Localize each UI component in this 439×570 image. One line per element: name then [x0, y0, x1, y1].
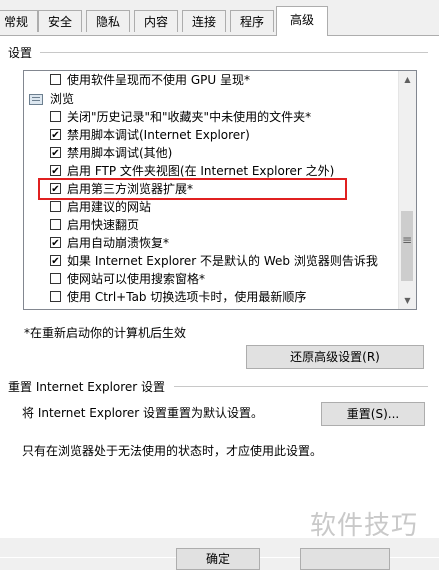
- checkbox[interactable]: [50, 291, 61, 302]
- scroll-thumb[interactable]: [401, 211, 413, 281]
- tab-content[interactable]: 内容: [134, 10, 178, 32]
- checkbox-checked[interactable]: [50, 237, 61, 248]
- cancel-button[interactable]: [300, 548, 390, 570]
- tab-bar: 常规 安全 隐私 内容 连接 程序 高级: [0, 0, 439, 36]
- reset-note: 只有在浏览器处于无法使用的状态时，才应使用此设置。: [22, 444, 323, 458]
- row-label: 启用第三方浏览器扩展*: [67, 182, 194, 196]
- reset-section-title: 重置 Internet Explorer 设置: [8, 380, 166, 394]
- row-label: 启用 FTP 文件夹视图(在 Internet Explorer 之外): [67, 164, 335, 178]
- tab-general[interactable]: 常规: [0, 10, 38, 32]
- row-label: 使用软件呈现而不使用 GPU 呈现*: [67, 73, 250, 87]
- row-label: 启用建议的网站: [67, 200, 152, 214]
- scroll-down-icon[interactable]: ▼: [399, 292, 416, 309]
- checkbox[interactable]: [50, 111, 61, 122]
- tab-programs[interactable]: 程序: [230, 10, 274, 32]
- scroll-up-icon[interactable]: ▲: [399, 71, 416, 88]
- row-label: 禁用脚本调试(其他): [67, 146, 173, 160]
- settings-tree: 使用软件呈现而不使用 GPU 呈现* 浏览 关闭"历史记录"和"收藏夹"中未使用…: [23, 70, 417, 310]
- row-label: 关闭"历史记录"和"收藏夹"中未使用的文件夹*: [67, 110, 312, 124]
- checkbox[interactable]: [50, 219, 61, 230]
- watermark: 软件技巧: [310, 511, 419, 541]
- checkbox[interactable]: [50, 273, 61, 284]
- row-label: 禁用脚本调试(Internet Explorer): [67, 128, 250, 142]
- tab-advanced[interactable]: 高级: [276, 6, 328, 36]
- checkbox[interactable]: [50, 74, 61, 85]
- category-icon: [29, 94, 43, 105]
- row-label: 使用 Ctrl+Tab 切换选项卡时，使用最新顺序: [67, 290, 307, 304]
- ok-button[interactable]: 确定: [176, 548, 260, 570]
- checkbox-checked[interactable]: [50, 129, 61, 140]
- vertical-scrollbar[interactable]: ▲ ▼: [398, 71, 416, 309]
- tab-connections[interactable]: 连接: [182, 10, 226, 32]
- reset-description: 将 Internet Explorer 设置重置为默认设置。: [22, 406, 264, 420]
- checkbox-checked[interactable]: [50, 165, 61, 176]
- row-label: 如果 Internet Explorer 不是默认的 Web 浏览器则告诉我: [67, 254, 378, 268]
- reset-button[interactable]: 重置(S)...: [321, 402, 425, 426]
- checkbox-checked[interactable]: [50, 255, 61, 266]
- settings-section-title: 设置: [8, 46, 33, 60]
- checkbox-checked[interactable]: [50, 147, 61, 158]
- reset-divider: [174, 386, 428, 387]
- tab-security[interactable]: 安全: [38, 10, 82, 32]
- restore-advanced-button[interactable]: 还原高级设置(R): [246, 345, 424, 369]
- tab-privacy[interactable]: 隐私: [86, 10, 130, 32]
- checkbox-checked[interactable]: [50, 183, 61, 194]
- row-label: 启用自动崩溃恢复*: [67, 236, 170, 250]
- category-label: 浏览: [50, 92, 75, 106]
- row-label: 启用快速翻页: [67, 218, 140, 232]
- row-label: 使网站可以使用搜索窗格*: [67, 272, 206, 286]
- settings-divider: [40, 52, 428, 53]
- restart-note: *在重新启动你的计算机后生效: [24, 326, 187, 340]
- checkbox[interactable]: [50, 201, 61, 212]
